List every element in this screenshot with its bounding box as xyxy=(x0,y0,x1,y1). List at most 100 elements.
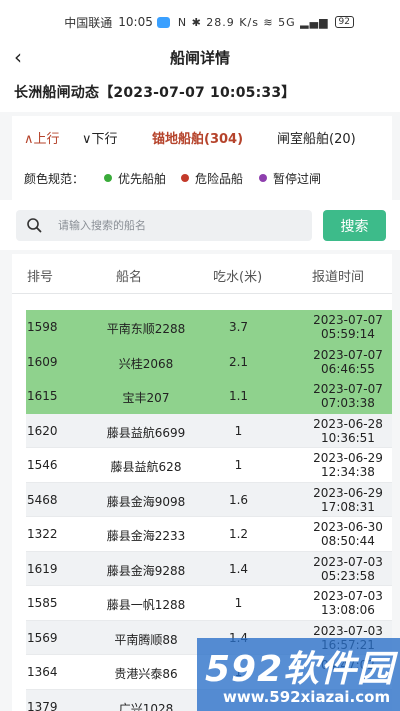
cell-report-date: 2023-07-07 xyxy=(313,347,383,362)
cell-draft: 2.1 xyxy=(228,354,249,369)
status-bar: 中国联通 10:05 N ✱ 28.9 K/s ≋ 5G ▂▄▆ 92 xyxy=(0,0,400,44)
cell-report-time: 2023-07-03 05:23:58 xyxy=(298,555,392,583)
cell-report-clock: 05:59:14 xyxy=(321,327,375,341)
table-row[interactable]: 1322 藤县金海2233 1.2 2023-06-30 08:50:44 xyxy=(26,517,392,552)
cell-draft: 1 xyxy=(234,423,243,438)
direction-tabs: ∧上行 ∨下行 锚地船舶(304) 闸室船舶(20) xyxy=(12,116,392,156)
cell-draft: 1.4 xyxy=(228,561,249,576)
suspended-dot-icon xyxy=(259,174,267,182)
cell-ship-name: 藤县金海2233 xyxy=(106,529,186,543)
cell-ship-name: 平南东顺2288 xyxy=(106,322,186,336)
cell-queue-no: 1585 xyxy=(27,596,58,610)
cell-report-clock: 07:03:38 xyxy=(321,396,375,410)
cell-report-clock: 12:34:38 xyxy=(321,465,375,479)
col-draft: 吃水(米) xyxy=(213,270,263,285)
cell-queue-no: 1598 xyxy=(27,320,58,334)
col-queue-no: 排号 xyxy=(27,270,54,285)
clock: 10:05 xyxy=(118,15,153,29)
priority-dot-icon xyxy=(104,174,112,182)
tab-lock-chamber-ships[interactable]: 闸室船舶(20) xyxy=(277,128,356,147)
cell-report-date: 2023-07-03 xyxy=(313,623,383,638)
tab-upstream[interactable]: ∧上行 xyxy=(24,128,60,147)
chevron-down-icon: ∨ xyxy=(82,132,92,147)
search-input[interactable] xyxy=(58,216,298,235)
search-button[interactable]: 搜索 xyxy=(323,210,386,241)
cell-ship-name: 贵港兴泰86 xyxy=(114,667,178,681)
legend-priority: 优先船舶 xyxy=(118,172,167,186)
cell-queue-no: 1569 xyxy=(27,630,58,645)
cell-report-date: 2023-06-29 xyxy=(313,485,383,500)
cell-draft: 1 xyxy=(234,458,243,472)
lock-status-title: 长洲船闸动态【2023-07-07 10:05:33】 xyxy=(14,85,296,101)
filter-card: ∧上行 ∨下行 锚地船舶(304) 闸室船舶(20) 颜色规范： 优先船舶 危险… xyxy=(12,116,392,200)
cell-report-time: 2023-07-07 05:59:14 xyxy=(298,313,392,341)
cell-report-time: 2023-07-07 06:46:55 xyxy=(298,348,392,376)
table-header: 排号 船名 吃水(米) 报道时间 xyxy=(12,254,392,294)
cell-draft: 1.6 xyxy=(228,492,249,507)
cell-queue-no: 1620 xyxy=(27,423,58,438)
legend-dangerous: 危险品船 xyxy=(195,172,244,186)
table-row[interactable]: 5468 藤县金海9098 1.6 2023-06-29 17:08:31 xyxy=(26,482,392,517)
cell-report-time: 2023-06-28 10:36:51 xyxy=(298,417,392,445)
search-icon xyxy=(27,218,42,233)
col-ship-name: 船名 xyxy=(116,270,143,285)
cell-queue-no: 1322 xyxy=(27,527,58,541)
cell-report-date: 2023-06-29 xyxy=(313,451,383,465)
table-row[interactable]: 1585 藤县一帆1288 1 2023-07-03 13:08:06 xyxy=(26,586,392,621)
table-row[interactable]: 1620 藤县益航6699 1 2023-06-28 10:36:51 xyxy=(26,413,392,448)
nav-bar: ‹ 船闸详情 xyxy=(0,44,400,72)
system-status-icons: N ✱ 28.9 K/s ≋ 5G ▂▄▆ xyxy=(177,15,329,29)
col-report-time: 报道时间 xyxy=(312,270,365,285)
lock-status-header: 长洲船闸动态【2023-07-07 10:05:33】 xyxy=(0,72,400,112)
carrier-name: 中国联通 xyxy=(64,15,113,30)
cell-queue-no: 5468 xyxy=(27,492,58,507)
dangerous-dot-icon xyxy=(181,174,189,182)
legend-label: 颜色规范： xyxy=(24,172,85,186)
cell-report-time: 2023-06-29 12:34:38 xyxy=(298,451,392,479)
table-row[interactable]: 1546 藤县益航628 1 2023-06-29 12:34:38 xyxy=(26,448,392,483)
battery-icon: 92 xyxy=(334,16,354,28)
legend-suspended: 暂停过闸 xyxy=(273,172,322,186)
cell-ship-name: 平南腾顺88 xyxy=(114,632,178,647)
cell-ship-name: 藤县益航628 xyxy=(110,460,182,474)
cell-draft: 1 xyxy=(234,596,243,610)
chevron-up-icon: ∧ xyxy=(24,132,34,147)
watermark-logo: 592软件园 xyxy=(205,649,395,690)
cell-report-clock: 08:50:44 xyxy=(321,534,375,548)
cell-ship-name: 广兴1028 xyxy=(118,701,174,711)
cell-queue-no: 1379 xyxy=(27,699,58,711)
cell-report-date: 2023-07-03 xyxy=(313,589,383,603)
cell-report-time: 2023-06-29 17:08:31 xyxy=(298,486,392,514)
cell-report-clock: 17:08:31 xyxy=(321,499,375,514)
cell-report-clock: 06:46:55 xyxy=(321,361,375,376)
cell-report-time: 2023-07-07 07:03:38 xyxy=(298,382,392,410)
table-row[interactable]: 1615 宝丰207 1.1 2023-07-07 07:03:38 xyxy=(26,379,392,414)
cell-queue-no: 1615 xyxy=(27,389,58,403)
search-box[interactable] xyxy=(16,210,312,241)
cell-draft: 3.7 xyxy=(228,320,249,334)
cell-report-clock: 05:23:58 xyxy=(321,568,375,583)
tab-downstream[interactable]: ∨下行 xyxy=(82,128,118,147)
cell-ship-name: 宝丰207 xyxy=(122,391,170,405)
page-title: 船闸详情 xyxy=(169,49,230,67)
cell-report-date: 2023-07-07 xyxy=(313,313,383,327)
cell-draft: 1.2 xyxy=(228,527,249,541)
cell-ship-name: 兴桂2068 xyxy=(118,356,174,371)
cell-report-date: 2023-06-30 xyxy=(313,520,383,534)
cell-draft: 1.1 xyxy=(228,389,249,403)
site-watermark: 592软件园 www.592xiazai.com xyxy=(197,638,400,711)
cell-report-date: 2023-07-07 xyxy=(313,382,383,396)
cell-report-date: 2023-07-03 xyxy=(313,554,383,569)
color-legend: 颜色规范： 优先船舶 危险品船 暂停过闸 xyxy=(12,164,392,190)
cell-report-time: 2023-06-30 08:50:44 xyxy=(298,520,392,548)
cell-report-clock: 13:08:06 xyxy=(321,603,375,617)
app-notification-icon xyxy=(156,16,170,28)
cell-ship-name: 藤县一帆1288 xyxy=(106,598,186,612)
table-row[interactable]: 1609 兴桂2068 2.1 2023-07-07 06:46:55 xyxy=(26,344,392,379)
cell-report-time: 2023-07-03 13:08:06 xyxy=(298,589,392,617)
tab-anchorage-ships[interactable]: 锚地船舶(304) xyxy=(152,128,243,147)
table-row[interactable]: 1619 藤县金海9288 1.4 2023-07-03 05:23:58 xyxy=(26,551,392,586)
cell-ship-name: 藤县益航6699 xyxy=(106,425,186,440)
cell-queue-no: 1546 xyxy=(27,458,58,472)
table-row[interactable]: 1598 平南东顺2288 3.7 2023-07-07 05:59:14 xyxy=(26,310,392,345)
